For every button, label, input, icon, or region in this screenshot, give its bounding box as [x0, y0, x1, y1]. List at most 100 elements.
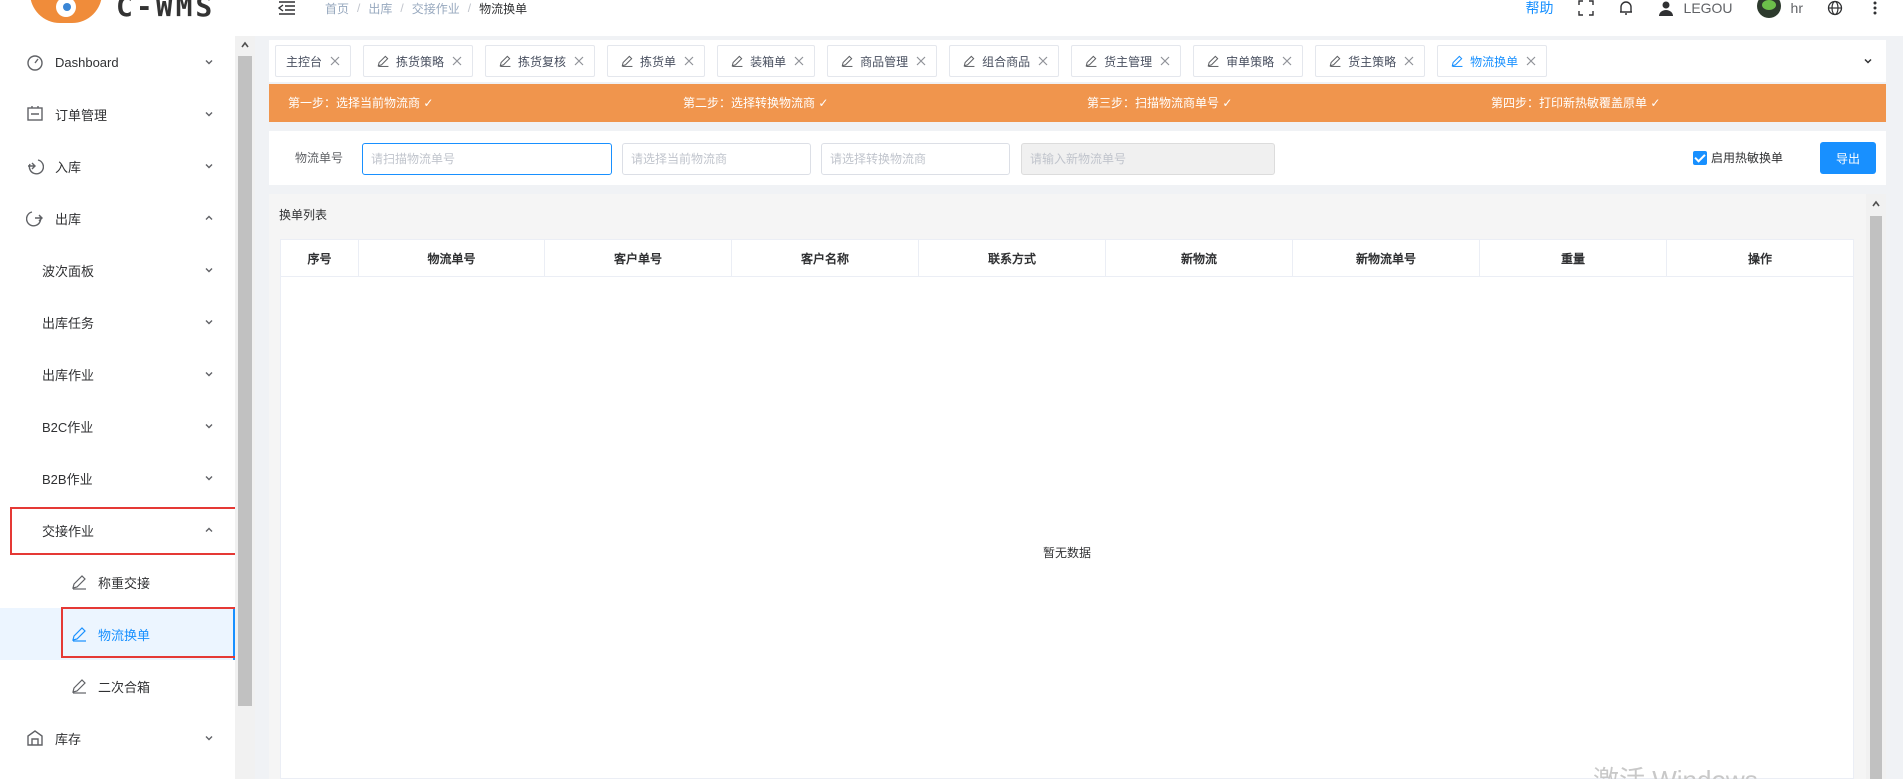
user-menu[interactable]: LEGOU [1658, 0, 1733, 16]
tab-label: 拣货单 [640, 54, 677, 69]
tab-owner-management[interactable]: 货主管理 [1071, 45, 1182, 77]
sidebar-item-label: 称重交接 [98, 575, 151, 591]
edit-icon [499, 55, 511, 67]
breadcrumb-home[interactable]: 首页 [325, 0, 349, 17]
sidebar-item-label: 入库 [55, 159, 82, 175]
close-icon[interactable] [1404, 56, 1414, 66]
close-icon[interactable] [452, 56, 462, 66]
bell-icon[interactable] [1618, 0, 1634, 16]
globe-icon[interactable] [1827, 0, 1843, 16]
panel-title: 换单列表 [279, 208, 328, 222]
tab-packing-list[interactable]: 装箱单 [717, 45, 816, 77]
tab-product-management[interactable]: 商品管理 [827, 45, 938, 77]
chevron-down-icon [205, 424, 213, 429]
tab-label: 拣货复核 [518, 54, 567, 69]
close-icon[interactable] [1526, 56, 1536, 66]
sidebar-item-orders[interactable]: 订单管理 [0, 88, 235, 140]
new-logistics-number-input [1021, 143, 1275, 175]
sidebar-scrollbar[interactable] [235, 36, 255, 779]
chevron-down-icon[interactable] [1862, 55, 1874, 67]
enable-thermal-label: 启用热敏换单 [1711, 151, 1784, 165]
relabel-table: 序号 物流单号 客户单号 客户名称 联系方式 新物流 新物流单号 重量 操作 暂… [280, 239, 1854, 779]
sidebar-item-b2c[interactable]: B2C作业 [0, 400, 235, 452]
tab-picking-list[interactable]: 拣货单 [607, 45, 706, 77]
sidebar-item-dashboard[interactable]: Dashboard [0, 36, 235, 88]
sidebar-item-weigh-handover[interactable]: 称重交接 [0, 556, 235, 608]
close-icon[interactable] [916, 56, 926, 66]
chevron-down-icon [205, 112, 213, 117]
logo-text: C-WMS [116, 0, 216, 23]
close-icon[interactable] [1038, 56, 1048, 66]
steps-banner: 第一步：选择当前物流商 ✓ 第二步：选择转换物流商 ✓ 第三步：扫描物流商单号 … [269, 84, 1886, 122]
menu-fold-icon[interactable] [278, 1, 296, 15]
tab-label: 货主管理 [1104, 54, 1153, 69]
tab-picking-strategy[interactable]: 拣货策略 [363, 45, 474, 77]
sidebar-item-outbound-ops[interactable]: 出库作业 [0, 348, 235, 400]
edit-icon [1207, 55, 1219, 67]
more-vertical-icon[interactable] [1867, 0, 1883, 16]
content-scrollbar[interactable] [1866, 194, 1886, 779]
edit-icon [1085, 55, 1097, 67]
breadcrumb-handover[interactable]: 交接作业 [412, 0, 460, 17]
sidebar-item-inbound[interactable]: 入库 [0, 140, 235, 192]
logo[interactable]: C-WMS [30, 0, 215, 26]
relabel-list-panel: 换单列表 序号 物流单号 客户单号 客户名称 联系方式 新物流 新物流单号 重量… [269, 194, 1886, 779]
export-button[interactable]: 导出 [1820, 142, 1876, 174]
sidebar-item-label: 波次面板 [42, 263, 95, 279]
close-icon[interactable] [574, 56, 584, 66]
tabs-list: 主控台 拣货策略 拣货复核 拣货单 装箱单 商品管理 组合商品 货主管理 审单策… [269, 40, 1886, 82]
tab-label: 商品管理 [860, 54, 909, 69]
step-4: 第四步：打印新热敏覆盖原单 ✓ [1491, 96, 1661, 110]
enable-thermal-checkbox[interactable]: 启用热敏换单 [1693, 149, 1783, 166]
inbound-icon [28, 159, 44, 175]
tab-label: 审单策略 [1226, 54, 1275, 69]
close-icon[interactable] [1160, 56, 1170, 66]
user-name: LEGOU [1683, 0, 1733, 16]
close-icon[interactable] [794, 56, 804, 66]
sidebar-item-outbound[interactable]: 出库 [0, 192, 235, 244]
help-link[interactable]: 帮助 [1526, 0, 1554, 18]
tab-logistics-relabel[interactable]: 物流换单 [1437, 45, 1548, 77]
tab-console[interactable]: 主控台 [275, 45, 352, 77]
column-header: 操作 [1747, 252, 1772, 266]
content-scroll-thumb[interactable] [1870, 216, 1882, 779]
column-header: 联系方式 [919, 240, 1106, 277]
close-icon[interactable] [330, 56, 340, 66]
current-carrier-select[interactable] [622, 143, 811, 175]
chevron-down-icon [205, 268, 213, 273]
sidebar-item-label: B2B作业 [42, 471, 93, 487]
sidebar-item-outbound-tasks[interactable]: 出库任务 [0, 296, 235, 348]
sidebar-item-wave-panel[interactable]: 波次面板 [0, 244, 235, 296]
sidebar-scroll-thumb[interactable] [238, 56, 252, 706]
highlight-box-handover [10, 507, 255, 555]
sidebar-item-inventory[interactable]: 库存 [0, 712, 235, 764]
logistics-number-input[interactable] [362, 143, 612, 175]
convert-carrier-select[interactable] [821, 143, 1010, 175]
tab-picking-review[interactable]: 拣货复核 [485, 45, 596, 77]
tags-view: 主控台 拣货策略 拣货复核 拣货单 装箱单 商品管理 组合商品 货主管理 审单策… [269, 40, 1886, 82]
empty-text: 暂无数据 [1042, 546, 1091, 560]
tab-audit-strategy[interactable]: 审单策略 [1193, 45, 1304, 77]
filter-bar: 物流单号 启用热敏换单 导出 [269, 131, 1886, 185]
breadcrumb-outbound[interactable]: 出库 [368, 0, 392, 17]
checkbox-checked-icon [1693, 150, 1707, 165]
step-2: 第二步：选择转换物流商 ✓ [683, 96, 829, 110]
edit-icon [72, 575, 86, 590]
profile-menu[interactable]: hr [1756, 0, 1803, 20]
close-icon[interactable] [684, 56, 694, 66]
sidebar-item-secondary-packing[interactable]: 二次合箱 [0, 660, 235, 712]
edit-icon [72, 679, 86, 694]
sidebar-item-b2b[interactable]: B2B作业 [0, 452, 235, 504]
fullscreen-icon[interactable] [1577, 0, 1594, 16]
profile-name: hr [1790, 0, 1803, 16]
breadcrumb-current: 物流换单 [479, 1, 528, 16]
table-header: 序号 物流单号 客户单号 客户名称 联系方式 新物流 新物流单号 重量 操作 [281, 240, 1853, 277]
scroll-up-icon[interactable] [240, 40, 250, 50]
column-header: 序号 [281, 240, 359, 277]
scroll-up-icon[interactable] [1871, 199, 1881, 209]
logo-mark-icon [30, 0, 102, 23]
header-actions: 帮助 LEGOU hr [1526, 0, 1903, 18]
close-icon[interactable] [1282, 56, 1292, 66]
tab-combo-products[interactable]: 组合商品 [949, 45, 1060, 77]
tab-owner-strategy[interactable]: 货主策略 [1315, 45, 1426, 77]
